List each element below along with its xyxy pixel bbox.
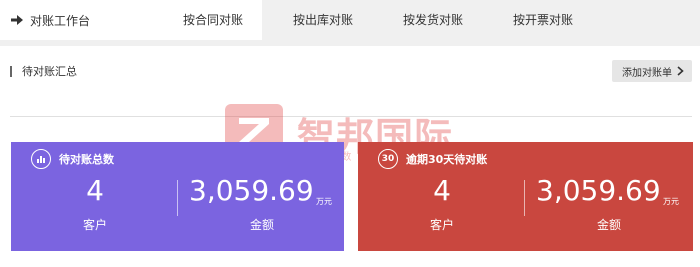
arrow-right-icon <box>11 15 23 25</box>
amount-unit: 万元 <box>663 197 679 206</box>
add-statement-button[interactable]: 添加对账单 <box>612 60 692 82</box>
customer-count-label: 客户 <box>429 218 454 232</box>
overdue-30-badge-icon: 30 <box>378 149 398 169</box>
stat-divider <box>177 180 178 216</box>
bar-chart-icon <box>31 149 51 169</box>
tab-by-outbound[interactable]: 按出库对账 <box>274 0 372 40</box>
card-title: 待对账总数 <box>59 153 114 166</box>
overdue-30-days-card[interactable]: 30 逾期30天待对账 4 客户 3,059.69 万元 金额 <box>358 142 693 251</box>
amount-value: 3,059.69 <box>536 174 661 207</box>
customer-count: 4 <box>86 174 104 207</box>
chevron-right-icon <box>677 66 684 76</box>
amount-unit: 万元 <box>316 197 332 206</box>
amount-value: 3,059.69 <box>189 174 314 207</box>
customer-count: 4 <box>433 174 451 207</box>
tab-by-shipment[interactable]: 按发货对账 <box>384 0 482 40</box>
customer-count-label: 客户 <box>82 218 107 232</box>
card-header: 待对账总数 <box>31 149 114 169</box>
tab-by-contract[interactable]: 按合同对账 <box>164 0 262 40</box>
header-separator <box>0 40 700 46</box>
workbench-header: 对账工作台 <box>0 0 164 40</box>
pending-total-card[interactable]: 待对账总数 4 客户 3,059.69 万元 金额 <box>11 142 344 251</box>
amount-label: 金额 <box>596 218 621 232</box>
section-title: 待对账汇总 <box>22 65 77 78</box>
stat-divider <box>524 180 525 216</box>
card-title: 逾期30天待对账 <box>406 153 488 166</box>
top-nav-bar: 对账工作台 按合同对账 按出库对账 按发货对账 按开票对账 <box>0 0 700 40</box>
amount-label: 金额 <box>249 218 274 232</box>
tab-by-invoice[interactable]: 按开票对账 <box>494 0 592 40</box>
card-header: 30 逾期30天待对账 <box>378 149 487 169</box>
add-statement-label: 添加对账单 <box>622 67 672 79</box>
section-marker <box>10 66 12 77</box>
page-title: 对账工作台 <box>30 13 91 28</box>
